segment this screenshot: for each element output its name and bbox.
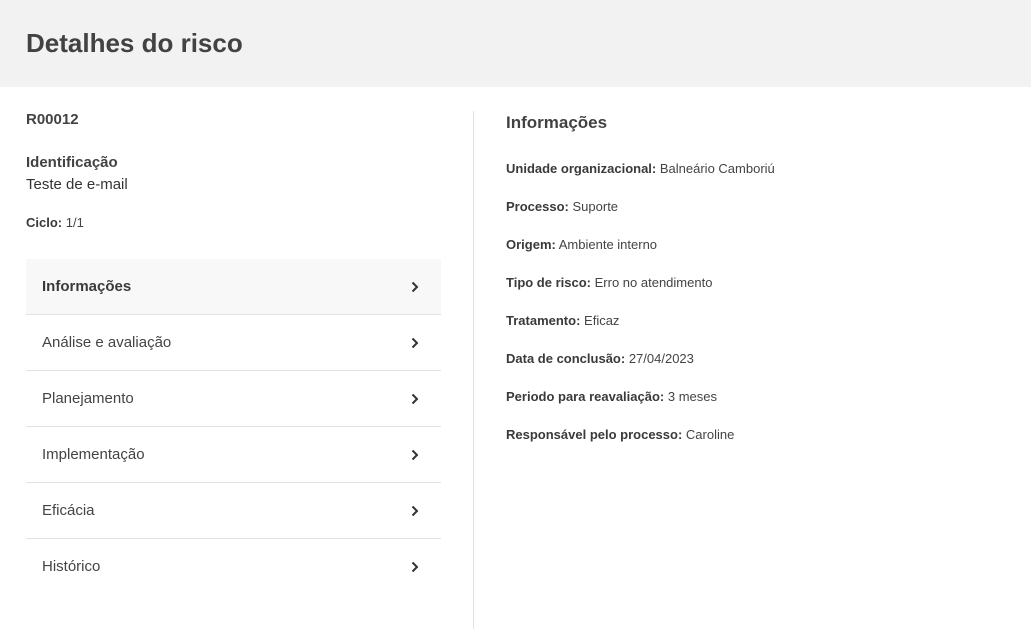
- chevron-right-icon: [411, 449, 419, 460]
- menu-item-informacoes[interactable]: Informações: [26, 259, 441, 315]
- detail-label: Tratamento:: [506, 313, 581, 328]
- menu-item-analise-avaliacao[interactable]: Análise e avaliação: [26, 315, 441, 371]
- section-menu: Informações Análise e avaliação Planejam…: [26, 259, 441, 594]
- detail-label: Responsável pelo processo:: [506, 427, 683, 442]
- detail-label: Periodo para reavaliação:: [506, 389, 665, 404]
- column-divider: [473, 111, 474, 629]
- detail-value: 3 meses: [667, 389, 718, 404]
- detail-value: Suporte: [572, 199, 619, 214]
- identification-value: Teste de e-mail: [26, 176, 128, 193]
- menu-item-implementacao[interactable]: Implementação: [26, 427, 441, 483]
- chevron-right-icon: [411, 505, 419, 516]
- detail-value: Ambiente interno: [558, 237, 658, 252]
- detail-row: Origem: Ambiente interno: [506, 237, 775, 275]
- cycle-info: Ciclo: 1/1: [26, 215, 84, 230]
- menu-item-label: Implementação: [42, 446, 145, 463]
- detail-value: Caroline: [685, 427, 735, 442]
- chevron-right-icon: [411, 393, 419, 404]
- cycle-label: Ciclo:: [26, 215, 63, 230]
- detail-label: Processo:: [506, 199, 569, 214]
- detail-label: Tipo de risco:: [506, 275, 591, 290]
- page-title: Detalhes do risco: [26, 28, 243, 58]
- detail-value: Eficaz: [584, 313, 620, 328]
- menu-item-label: Informações: [42, 278, 132, 295]
- detail-row: Unidade organizacional: Balneário Cambor…: [506, 161, 775, 199]
- detail-value: Erro no atendimento: [594, 275, 713, 290]
- detail-row: Data de conclusão: 27/04/2023: [506, 351, 775, 389]
- detail-value: 27/04/2023: [628, 351, 694, 366]
- detail-row: Processo: Suporte: [506, 199, 775, 237]
- menu-item-label: Planejamento: [42, 390, 134, 407]
- details-title: Informações: [506, 113, 608, 132]
- risk-code: R00012: [26, 111, 79, 128]
- detail-row: Tratamento: Eficaz: [506, 313, 775, 351]
- details-list: Unidade organizacional: Balneário Cambor…: [506, 161, 775, 465]
- menu-item-label: Eficácia: [42, 502, 95, 519]
- detail-row: Tipo de risco: Erro no atendimento: [506, 275, 775, 313]
- menu-item-eficacia[interactable]: Eficácia: [26, 483, 441, 539]
- detail-label: Data de conclusão:: [506, 351, 626, 366]
- chevron-right-icon: [411, 561, 419, 572]
- detail-label: Origem:: [506, 237, 556, 252]
- menu-item-label: Análise e avaliação: [42, 334, 172, 351]
- menu-item-historico[interactable]: Histórico: [26, 539, 441, 594]
- page-header: Detalhes do risco: [0, 0, 1031, 87]
- detail-row: Periodo para reavaliação: 3 meses: [506, 389, 775, 427]
- detail-label: Unidade organizacional:: [506, 161, 657, 176]
- menu-item-planejamento[interactable]: Planejamento: [26, 371, 441, 427]
- chevron-right-icon: [411, 281, 419, 292]
- cycle-value: 1/1: [65, 215, 84, 230]
- chevron-right-icon: [411, 337, 419, 348]
- identification-label: Identificação: [26, 154, 118, 171]
- detail-value: Balneário Camboriú: [659, 161, 775, 176]
- detail-row: Responsável pelo processo: Caroline: [506, 427, 775, 465]
- menu-item-label: Histórico: [42, 558, 101, 575]
